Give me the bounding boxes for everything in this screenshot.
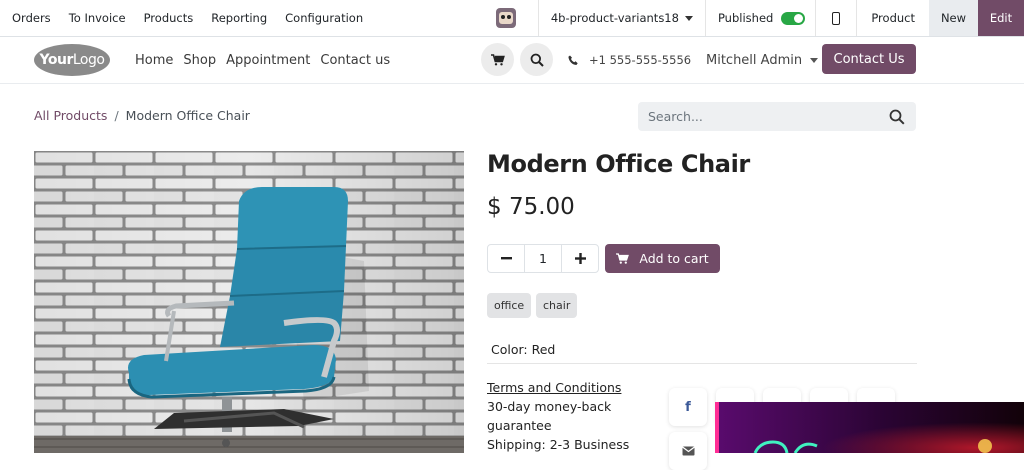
nav-home[interactable]: Home [130, 53, 178, 68]
database-switcher[interactable]: 4b-product-variants18 [539, 11, 705, 25]
site-logo[interactable]: Your Logo [34, 44, 110, 76]
quantity-input[interactable]: 1 [524, 245, 562, 272]
product-button[interactable]: Product [856, 0, 929, 36]
email-icon[interactable] [669, 432, 707, 470]
mobile-preview-icon[interactable] [822, 0, 850, 36]
user-name: Mitchell Admin [706, 52, 803, 68]
breadcrumb-separator: / [114, 108, 119, 123]
publish-toggle[interactable]: Published [706, 11, 815, 25]
chevron-down-icon [684, 15, 693, 21]
contact-us-button[interactable]: Contact Us [822, 44, 916, 74]
facebook-icon[interactable]: f [669, 388, 707, 426]
published-label: Published [717, 11, 774, 25]
chevron-down-icon [810, 57, 819, 63]
main-nav: Home Shop Appointment Contact us [130, 37, 395, 83]
menu-orders[interactable]: Orders [6, 11, 57, 25]
breadcrumb: All Products / Modern Office Chair [34, 108, 250, 123]
site-header: Your Logo Home Shop Appointment Contact u… [0, 37, 1024, 84]
admin-menu: Orders To Invoice Products Reporting Con… [0, 0, 369, 36]
database-name: 4b-product-variants18 [550, 11, 679, 25]
new-button[interactable]: New [929, 0, 978, 36]
terms-link[interactable]: Terms and Conditions [487, 378, 637, 397]
cart-icon [616, 253, 630, 264]
minus-icon[interactable] [488, 245, 524, 272]
terms-line-3: Shipping: 2-3 Business [487, 437, 630, 452]
breadcrumb-all-products[interactable]: All Products [34, 108, 107, 123]
menu-products[interactable]: Products [138, 11, 200, 25]
menu-configuration[interactable]: Configuration [279, 11, 369, 25]
promo-video-popup[interactable] [715, 402, 1024, 453]
user-menu[interactable]: Mitchell Admin [706, 37, 819, 83]
search-icon[interactable] [520, 43, 553, 76]
edit-button[interactable]: Edit [978, 0, 1024, 36]
breadcrumb-current: Modern Office Chair [125, 108, 250, 123]
nav-appointment[interactable]: Appointment [221, 53, 315, 68]
tag-office[interactable]: office [487, 293, 532, 318]
product-image[interactable] [34, 151, 464, 453]
quantity-stepper: 1 [487, 244, 599, 273]
terms-line-1: 30-day money-back [487, 399, 612, 414]
phone-icon [568, 55, 578, 65]
nav-shop[interactable]: Shop [178, 53, 221, 68]
phone-number: +1 555-555-5556 [589, 53, 692, 67]
search-icon[interactable] [888, 108, 906, 126]
divider [487, 363, 917, 364]
product-price: $ 75.00 [487, 194, 575, 220]
menu-reporting[interactable]: Reporting [205, 11, 273, 25]
nav-contact[interactable]: Contact us [315, 53, 395, 68]
product-search [638, 102, 916, 131]
add-to-cart-label: Add to cart [639, 251, 709, 266]
cart-icon[interactable] [481, 43, 514, 76]
plus-icon[interactable] [562, 245, 598, 272]
admin-actions: 4b-product-variants18 Published Product … [495, 0, 1024, 36]
search-input[interactable] [638, 102, 878, 131]
menu-to-invoice[interactable]: To Invoice [63, 11, 132, 25]
tag-chair[interactable]: chair [536, 293, 578, 318]
terms-line-2: guarantee [487, 418, 552, 433]
phone-link[interactable]: +1 555-555-5556 [568, 37, 691, 83]
admin-bar: Orders To Invoice Products Reporting Con… [0, 0, 1024, 37]
odoobot-avatar[interactable] [495, 8, 516, 28]
add-to-cart-button[interactable]: Add to cart [605, 244, 720, 273]
product-title: Modern Office Chair [487, 150, 750, 178]
color-attribute: Color: Red [491, 342, 556, 357]
terms-block: Terms and Conditions 30-day money-back g… [487, 378, 637, 454]
toggle-switch[interactable] [781, 11, 806, 25]
